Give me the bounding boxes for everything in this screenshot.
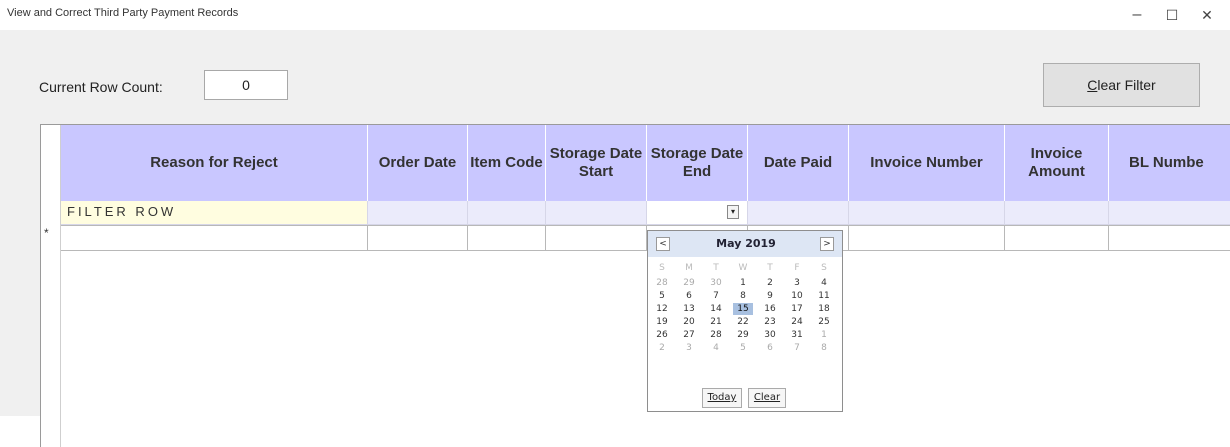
calendar-day[interactable]: 27	[679, 329, 699, 341]
calendar-day[interactable]: 5	[733, 342, 753, 354]
calendar-day[interactable]: 4	[814, 277, 834, 289]
row-count-field[interactable]: 0	[204, 70, 288, 100]
calendar-day[interactable]: 28	[652, 277, 672, 289]
filter-cell-order-date[interactable]	[368, 201, 468, 225]
client-area: Current Row Count: 0 Clear Filter * Reas…	[0, 30, 1230, 447]
prev-month-button[interactable]: <	[656, 237, 670, 251]
column-header-bl-number[interactable]: BL Numbe	[1109, 125, 1230, 201]
calendar-day[interactable]: 29	[733, 329, 753, 341]
weekday-label: M	[685, 263, 693, 273]
date-dropdown-button[interactable]: ▾	[727, 205, 739, 219]
column-header-storage-end[interactable]: Storage Date End	[647, 125, 748, 201]
column-header-order-date[interactable]: Order Date	[368, 125, 468, 201]
filter-cell-item-code[interactable]	[468, 201, 546, 225]
weekday-label: F	[794, 263, 800, 273]
new-row-cell-item-code[interactable]	[468, 225, 546, 251]
calendar-day[interactable]: 14	[706, 303, 726, 315]
calendar-day[interactable]: 8	[814, 342, 834, 354]
clear-filter-label: lear Filter	[1097, 77, 1156, 93]
calendar-day[interactable]: 3	[787, 277, 807, 289]
calendar-day[interactable]: 28	[706, 329, 726, 341]
calendar-day[interactable]: 1	[733, 277, 753, 289]
calendar-day[interactable]: 6	[760, 342, 780, 354]
minimize-button[interactable]: –	[1125, 4, 1149, 26]
calendar-day[interactable]: 30	[706, 277, 726, 289]
row-selector-column[interactable]	[41, 125, 61, 447]
window-title: View and Correct Third Party Payment Rec…	[7, 7, 239, 19]
calendar-day[interactable]: 10	[787, 290, 807, 302]
calendar-day[interactable]: 1	[814, 329, 834, 341]
calendar-day[interactable]: 6	[679, 290, 699, 302]
column-header-storage-start[interactable]: Storage Date Start	[546, 125, 647, 201]
calendar-day[interactable]: 18	[814, 303, 834, 315]
filter-cell-date-paid[interactable]	[748, 201, 849, 225]
calendar-day[interactable]: 22	[733, 316, 753, 328]
maximize-button[interactable]: ☐	[1160, 4, 1184, 26]
calendar-day[interactable]: 7	[787, 342, 807, 354]
records-grid[interactable]: * Reason for Reject Order Date Item Code…	[40, 124, 1230, 447]
calendar-day[interactable]: 24	[787, 316, 807, 328]
today-button[interactable]: Today	[702, 388, 742, 408]
calendar-day[interactable]: 26	[652, 329, 672, 341]
calendar-month-title[interactable]: May 2019	[688, 237, 804, 250]
calendar-header: < May 2019 >	[648, 231, 842, 257]
title-bar: View and Correct Third Party Payment Rec…	[0, 0, 1230, 30]
weekday-label: S	[821, 263, 827, 273]
row-count-label: Current Row Count:	[39, 79, 163, 95]
calendar-day[interactable]: 8	[733, 290, 753, 302]
weekday-label: T	[713, 263, 719, 273]
filter-cell-invoice-number[interactable]	[849, 201, 1005, 225]
calendar-day[interactable]: 29	[679, 277, 699, 289]
calendar-day[interactable]: 30	[760, 329, 780, 341]
calendar-day[interactable]: 19	[652, 316, 672, 328]
calendar-day[interactable]: 13	[679, 303, 699, 315]
weekday-label: T	[767, 263, 773, 273]
calendar-day[interactable]: 2	[652, 342, 672, 354]
filter-row-label: FILTER ROW	[67, 204, 177, 219]
new-row-marker: *	[44, 226, 49, 240]
column-header-invoice-amount[interactable]: Invoice Amount	[1005, 125, 1109, 201]
column-header-item-code[interactable]: Item Code	[468, 125, 546, 201]
weekday-label: W	[738, 263, 748, 273]
calendar-day[interactable]: 31	[787, 329, 807, 341]
calendar-day[interactable]: 11	[814, 290, 834, 302]
calendar-day[interactable]: 3	[679, 342, 699, 354]
new-row-cell-reason[interactable]	[61, 225, 368, 251]
calendar-day[interactable]: 4	[706, 342, 726, 354]
clear-date-button[interactable]: Clear	[748, 388, 786, 408]
filter-cell-reason[interactable]: FILTER ROW	[61, 201, 368, 225]
new-row-cell-invoice-number[interactable]	[849, 225, 1005, 251]
calendar-day[interactable]: 20	[679, 316, 699, 328]
new-row-cell-order-date[interactable]	[368, 225, 468, 251]
clear-filter-button[interactable]: Clear Filter	[1043, 63, 1200, 107]
close-button[interactable]: ✕	[1195, 4, 1219, 26]
clear-filter-accel: C	[1087, 77, 1098, 93]
calendar-day[interactable]: 25	[814, 316, 834, 328]
calendar-day[interactable]: 7	[706, 290, 726, 302]
column-header-date-paid[interactable]: Date Paid	[748, 125, 849, 201]
new-row-cell-invoice-amount[interactable]	[1005, 225, 1109, 251]
calendar-day[interactable]: 17	[787, 303, 807, 315]
calendar-day[interactable]: 12	[652, 303, 672, 315]
calendar-day[interactable]: 23	[760, 316, 780, 328]
column-header-reason[interactable]: Reason for Reject	[61, 125, 368, 201]
filter-cell-invoice-amount[interactable]	[1005, 201, 1109, 225]
calendar-day[interactable]: 5	[652, 290, 672, 302]
column-header-invoice-number[interactable]: Invoice Number	[849, 125, 1005, 201]
calendar-day[interactable]: 9	[760, 290, 780, 302]
calendar-day[interactable]: 21	[706, 316, 726, 328]
new-row-cell-bl-number[interactable]	[1109, 225, 1230, 251]
calendar-dropdown[interactable]: < May 2019 > S M T W T F S 28 29 30 1 2 3 4 5 6 7 8 9 10 11 1…	[647, 230, 843, 412]
clear-date-button-label: Clear	[753, 392, 781, 403]
new-row-cell-storage-start[interactable]	[546, 225, 647, 251]
calendar-day[interactable]: 2	[760, 277, 780, 289]
calendar-day[interactable]: 15	[733, 303, 753, 315]
filter-cell-storage-start[interactable]	[546, 201, 647, 225]
calendar-day[interactable]: 16	[760, 303, 780, 315]
today-button-label: Today	[707, 392, 737, 403]
weekday-label: S	[659, 263, 665, 273]
next-month-button[interactable]: >	[820, 237, 834, 251]
filter-cell-bl-number[interactable]	[1109, 201, 1230, 225]
